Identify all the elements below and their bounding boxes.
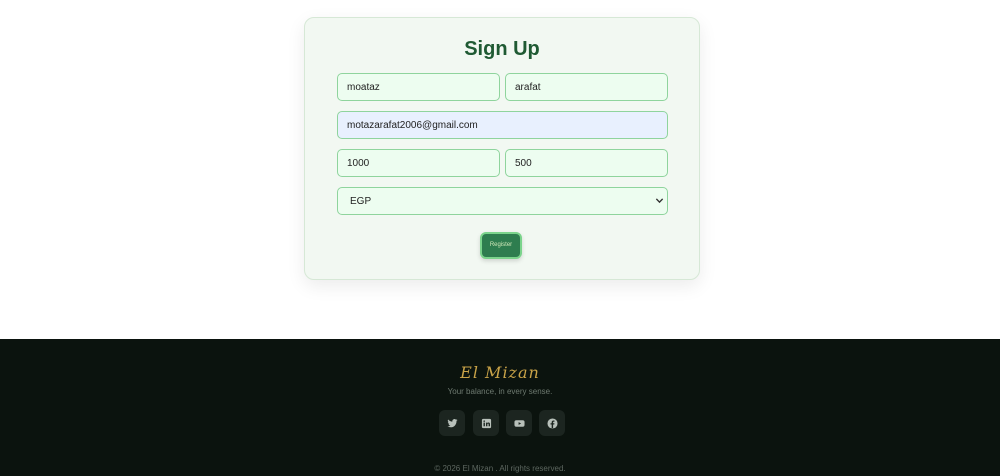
linkedin-link[interactable] — [473, 410, 499, 436]
amount-input-1[interactable] — [337, 149, 500, 177]
footer-copyright: © 2026 El Mizan . All rights reserved. — [434, 464, 566, 473]
footer-brand: El Mizan — [460, 363, 540, 382]
linkedin-icon — [481, 418, 492, 429]
first-name-input[interactable] — [337, 73, 500, 101]
email-input[interactable] — [337, 111, 668, 139]
register-button[interactable]: Register — [480, 232, 522, 259]
facebook-link[interactable] — [539, 410, 565, 436]
twitter-link[interactable] — [439, 410, 465, 436]
twitter-icon — [446, 418, 458, 429]
page: Sign Up EGP Register El Mizan Your balan… — [0, 0, 1000, 476]
last-name-input[interactable] — [505, 73, 668, 101]
footer: El Mizan Your balance, in every sense. ©… — [0, 339, 1000, 476]
social-links — [439, 410, 569, 436]
currency-select-value: EGP — [350, 195, 372, 207]
youtube-link[interactable] — [506, 410, 532, 436]
youtube-icon — [513, 418, 525, 429]
footer-tagline: Your balance, in every sense. — [447, 387, 553, 396]
signup-card: Sign Up EGP Register — [304, 17, 700, 280]
facebook-icon — [546, 417, 558, 429]
chevron-down-icon — [655, 196, 665, 206]
page-title: Sign Up — [464, 38, 540, 60]
amount-input-2[interactable] — [505, 149, 668, 177]
currency-select[interactable]: EGP — [337, 187, 668, 215]
